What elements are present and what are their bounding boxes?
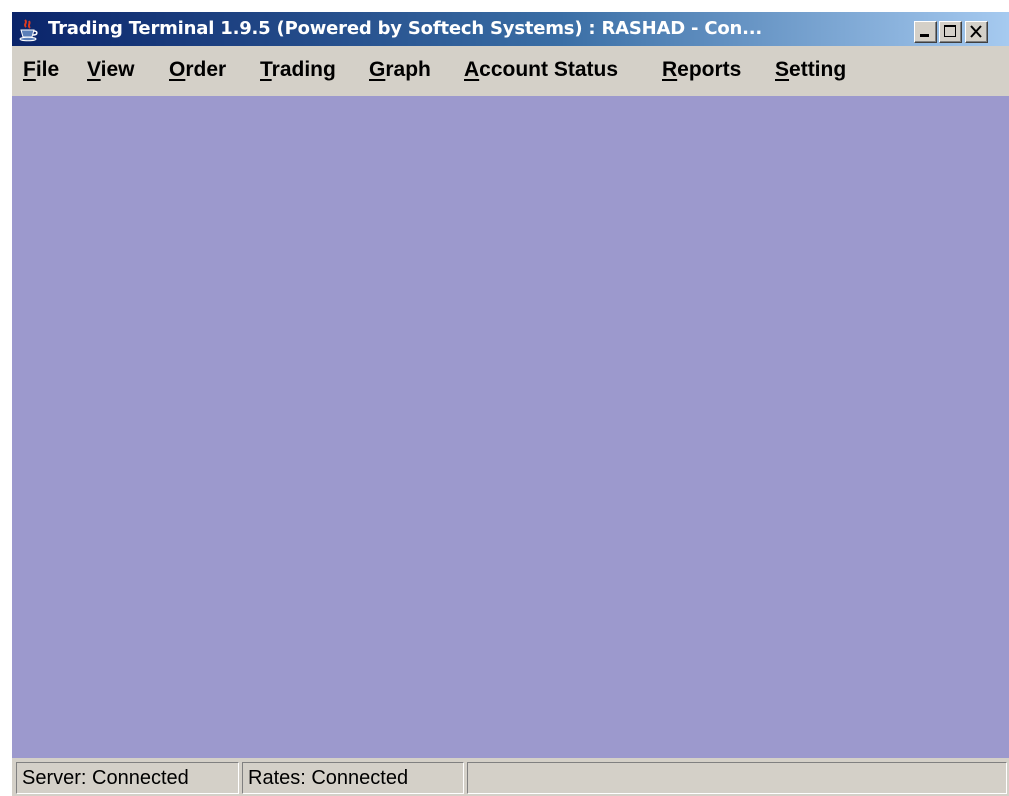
close-button[interactable]	[965, 21, 988, 43]
menu-view-mnemonic: V	[87, 58, 101, 81]
menu-order-mnemonic: O	[169, 58, 186, 81]
minimize-icon	[920, 34, 929, 37]
maximize-icon	[944, 25, 956, 37]
status-bar: Server: Connected Rates: Connected	[12, 758, 1009, 796]
close-icon	[970, 25, 982, 38]
menu-graph-label: raph	[385, 58, 431, 81]
menu-file[interactable]: File	[23, 56, 59, 84]
menu-account-status-mnemonic: A	[464, 58, 480, 81]
server-status: Server: Connected	[16, 762, 239, 794]
menu-view-label: iew	[100, 58, 135, 81]
menu-trading-label: rading	[271, 58, 336, 81]
menu-graph-mnemonic: G	[369, 58, 386, 81]
menu-order[interactable]: Order	[169, 56, 226, 84]
minimize-button[interactable]	[914, 21, 937, 43]
menu-trading-mnemonic: T	[260, 58, 272, 81]
menu-account-status[interactable]: Account Status	[464, 56, 618, 84]
menu-reports-label: eports	[677, 58, 742, 81]
desktop-pane[interactable]	[12, 96, 1009, 758]
maximize-button[interactable]	[939, 21, 962, 43]
menu-trading[interactable]: Trading	[260, 56, 336, 84]
status-message	[467, 762, 1007, 794]
menu-graph[interactable]: Graph	[369, 56, 431, 84]
menu-setting-mnemonic: S	[775, 58, 790, 81]
menu-account-status-label: ccount Status	[479, 58, 619, 81]
window-title: Trading Terminal 1.9.5 (Powered by Softe…	[48, 18, 763, 39]
menu-reports[interactable]: Reports	[662, 56, 741, 84]
menu-reports-mnemonic: R	[662, 58, 678, 81]
menu-setting[interactable]: Setting	[775, 56, 846, 84]
title-bar[interactable]: Trading Terminal 1.9.5 (Powered by Softe…	[12, 12, 1009, 46]
app-window: Trading Terminal 1.9.5 (Powered by Softe…	[12, 12, 1009, 796]
menu-file-mnemonic: F	[23, 58, 36, 81]
menu-bar: File View Order Trading Graph Account St…	[12, 46, 1009, 96]
rates-status: Rates: Connected	[242, 762, 464, 794]
menu-file-label: ile	[35, 58, 60, 81]
menu-setting-label: etting	[789, 58, 847, 81]
java-cup-icon[interactable]	[16, 18, 40, 42]
menu-view[interactable]: View	[87, 56, 135, 84]
menu-order-label: rder	[185, 58, 227, 81]
